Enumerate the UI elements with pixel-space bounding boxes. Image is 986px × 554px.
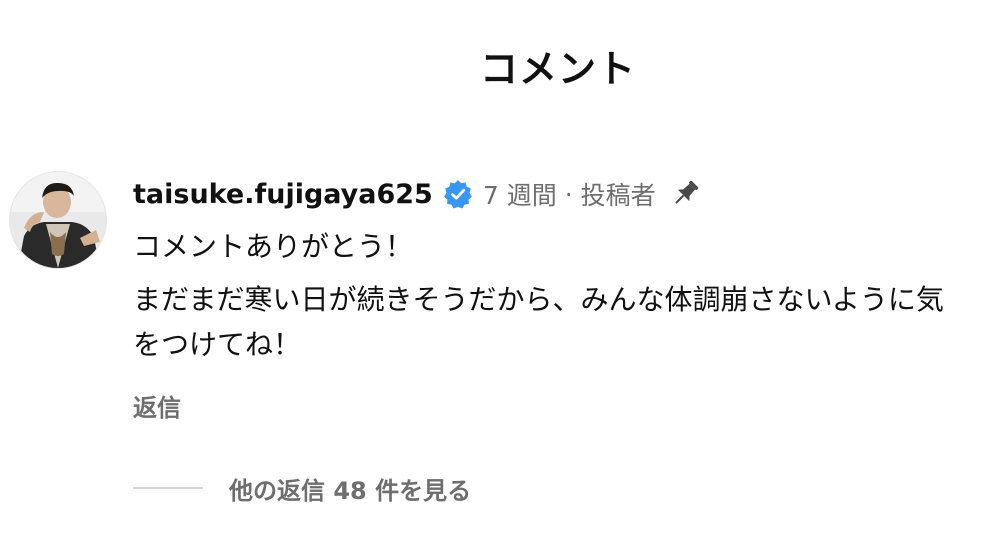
- author-label: 投稿者: [580, 181, 656, 210]
- comment-header: taisuke.fujigaya625 7 週間 · 投稿者: [133, 172, 702, 216]
- meta-separator: ·: [564, 179, 573, 209]
- verified-badge-icon: [443, 179, 473, 209]
- view-replies-button[interactable]: 他の返信 48 件を見る: [133, 470, 471, 506]
- comment-text: コメントありがとう！ まだまだ寒い日が続きそうだから、みんな体調崩さないように気…: [133, 224, 963, 367]
- comment-time: 7 週間: [482, 181, 557, 210]
- comment-text-line: まだまだ寒い日が続きそうだから、みんな体調崩さないように気をつけてね！: [133, 283, 944, 361]
- page-title: コメント: [479, 47, 636, 91]
- avatar[interactable]: [10, 172, 106, 268]
- reply-button[interactable]: 返信: [133, 388, 181, 423]
- username[interactable]: taisuke.fujigaya625: [133, 179, 433, 210]
- view-replies-label: 他の返信 48 件を見る: [229, 476, 472, 505]
- replies-divider: [133, 487, 203, 489]
- user-avatar-photo: [10, 172, 106, 268]
- comment-text-line: コメントありがとう！: [133, 230, 414, 263]
- pin-icon: [668, 177, 702, 211]
